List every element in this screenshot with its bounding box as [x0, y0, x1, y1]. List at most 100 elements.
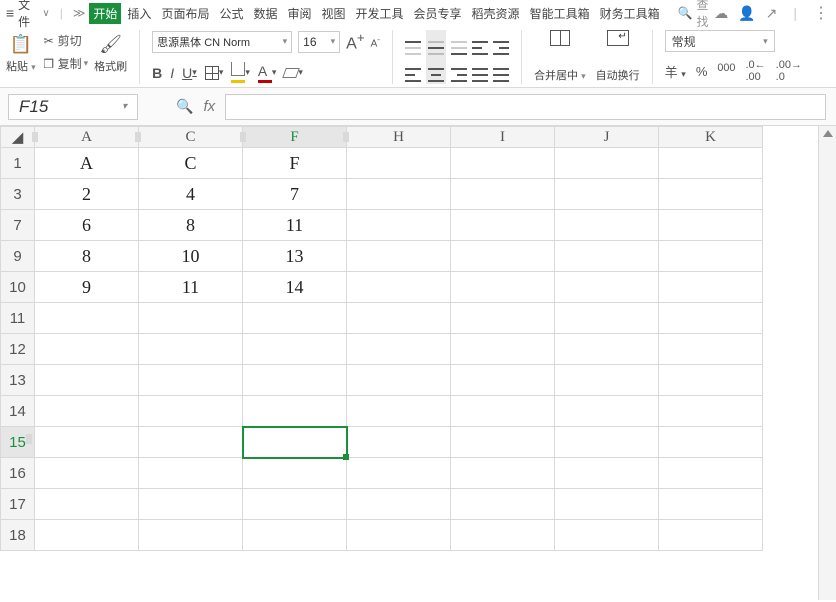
tab-insert[interactable]: 插入	[123, 3, 155, 24]
cell-A12[interactable]	[35, 334, 139, 365]
cell-J11[interactable]	[555, 303, 659, 334]
paste-label[interactable]: 粘贴 ▾	[6, 58, 36, 74]
cell-C14[interactable]	[139, 396, 243, 427]
search-box[interactable]: 🔍 查找	[678, 0, 711, 30]
cell-F7[interactable]: 11	[243, 210, 347, 241]
row-header-14[interactable]: 14	[1, 396, 35, 427]
cut-button[interactable]: ✂剪切	[42, 32, 89, 49]
cell-H1[interactable]	[347, 148, 451, 179]
cell-K16[interactable]	[659, 458, 763, 489]
row-header-18[interactable]: 18	[1, 520, 35, 551]
cell-J7[interactable]	[555, 210, 659, 241]
italic-button[interactable]: I	[170, 65, 174, 81]
row-header-9[interactable]: 9	[1, 241, 35, 272]
row-header-13[interactable]: 13	[1, 365, 35, 396]
cell-I1[interactable]	[451, 148, 555, 179]
row-header-15[interactable]: 15	[1, 427, 35, 458]
borders-button[interactable]: ▾	[205, 66, 224, 80]
file-menu[interactable]: 文件	[18, 0, 36, 30]
cell-C1[interactable]: C	[139, 148, 243, 179]
vertical-scrollbar[interactable]	[818, 126, 836, 600]
tab-view[interactable]: 视图	[318, 3, 350, 24]
user-icon[interactable]: 👤	[738, 5, 755, 22]
cell-I10[interactable]	[451, 272, 555, 303]
cell-C15[interactable]	[139, 427, 243, 458]
fx-icon[interactable]: fx	[203, 98, 215, 115]
cell-K12[interactable]	[659, 334, 763, 365]
cell-F1[interactable]: F	[243, 148, 347, 179]
col-header-H[interactable]: H	[347, 127, 451, 148]
cell-A17[interactable]	[35, 489, 139, 520]
cell-A9[interactable]: 8	[35, 241, 139, 272]
cell-I9[interactable]	[451, 241, 555, 272]
merge-icon[interactable]	[550, 30, 570, 46]
cell-F3[interactable]: 7	[243, 179, 347, 210]
paste-icon[interactable]: 📋	[8, 30, 34, 58]
name-box-dropdown-icon[interactable]: ▾	[122, 101, 127, 112]
cell-I13[interactable]	[451, 365, 555, 396]
cell-J10[interactable]	[555, 272, 659, 303]
align-right-button[interactable]	[451, 59, 467, 82]
cell-C7[interactable]: 8	[139, 210, 243, 241]
cell-F9[interactable]: 13	[243, 241, 347, 272]
cell-J3[interactable]	[555, 179, 659, 210]
cell-K3[interactable]	[659, 179, 763, 210]
cell-C17[interactable]	[139, 489, 243, 520]
inc-decimal-button[interactable]: .0←.00	[745, 59, 765, 83]
cell-K9[interactable]	[659, 241, 763, 272]
cell-J9[interactable]	[555, 241, 659, 272]
row-header-10[interactable]: 10	[1, 272, 35, 303]
cell-J13[interactable]	[555, 365, 659, 396]
row-header-16[interactable]: 16	[1, 458, 35, 489]
tab-data[interactable]: 数据	[249, 3, 281, 24]
tab-docer[interactable]: 稻壳资源	[468, 3, 524, 24]
align-center-button[interactable]	[426, 57, 446, 84]
cell-H11[interactable]	[347, 303, 451, 334]
cell-F12[interactable]	[243, 334, 347, 365]
formula-input[interactable]	[225, 94, 826, 120]
col-header-K[interactable]: K	[659, 127, 763, 148]
cell-K1[interactable]	[659, 148, 763, 179]
cell-A10[interactable]: 9	[35, 272, 139, 303]
cell-F18[interactable]	[243, 520, 347, 551]
row-header-12[interactable]: 12	[1, 334, 35, 365]
increase-font-icon[interactable]: A+	[346, 30, 364, 53]
decrease-font-icon[interactable]: A-	[371, 34, 380, 49]
select-all-corner[interactable]: ◢	[1, 127, 35, 148]
cell-H17[interactable]	[347, 489, 451, 520]
cell-I15[interactable]	[451, 427, 555, 458]
cell-A16[interactable]	[35, 458, 139, 489]
align-top-button[interactable]	[405, 32, 421, 55]
cell-F11[interactable]	[243, 303, 347, 334]
cell-K7[interactable]	[659, 210, 763, 241]
cell-F10[interactable]: 14	[243, 272, 347, 303]
font-name-select[interactable]: 思源黑体 CN Norm▾	[152, 31, 292, 53]
cell-J14[interactable]	[555, 396, 659, 427]
cell-C10[interactable]: 11	[139, 272, 243, 303]
cell-H9[interactable]	[347, 241, 451, 272]
cell-C9[interactable]: 10	[139, 241, 243, 272]
cell-K15[interactable]	[659, 427, 763, 458]
cell-F15[interactable]	[243, 427, 347, 458]
cell-I11[interactable]	[451, 303, 555, 334]
cell-F16[interactable]	[243, 458, 347, 489]
cell-A3[interactable]: 2	[35, 179, 139, 210]
name-box[interactable]: F15 ▾	[8, 94, 138, 120]
cell-J17[interactable]	[555, 489, 659, 520]
cell-C18[interactable]	[139, 520, 243, 551]
col-header-C[interactable]: C	[139, 127, 243, 148]
cell-A15[interactable]	[35, 427, 139, 458]
cell-I18[interactable]	[451, 520, 555, 551]
cell-H13[interactable]	[347, 365, 451, 396]
dec-decimal-button[interactable]: .00→.0	[776, 59, 802, 83]
cell-I17[interactable]	[451, 489, 555, 520]
cell-F17[interactable]	[243, 489, 347, 520]
cell-J18[interactable]	[555, 520, 659, 551]
cell-I16[interactable]	[451, 458, 555, 489]
cell-J12[interactable]	[555, 334, 659, 365]
cell-K14[interactable]	[659, 396, 763, 427]
underline-button[interactable]: U ▾	[182, 65, 197, 81]
font-size-select[interactable]: 16▾	[298, 31, 340, 53]
cell-K13[interactable]	[659, 365, 763, 396]
cell-I14[interactable]	[451, 396, 555, 427]
